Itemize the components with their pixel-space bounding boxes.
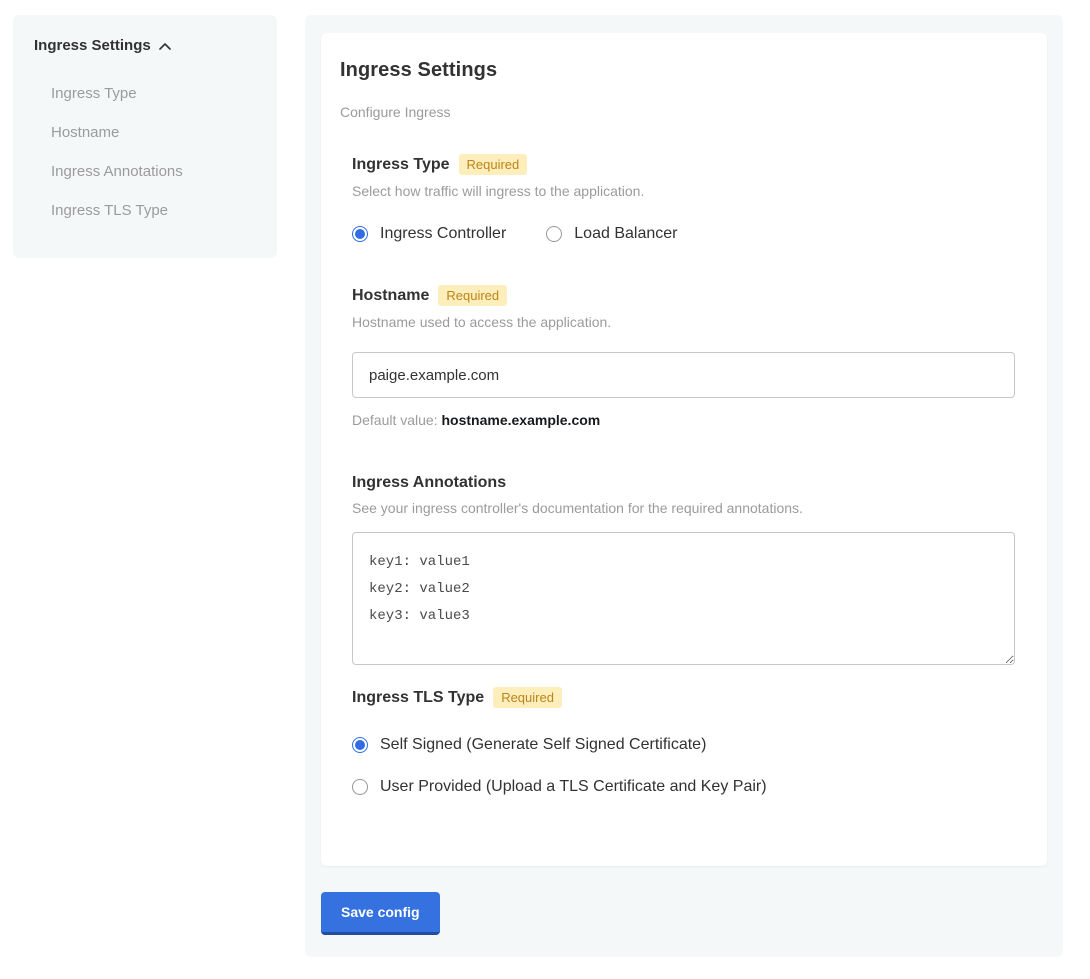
field-ingress-type: Ingress Type Required Select how traffic… xyxy=(352,154,1015,243)
required-badge: Required xyxy=(493,687,562,708)
default-value-text: hostname.example.com xyxy=(442,412,601,428)
required-badge: Required xyxy=(459,154,528,175)
radio-user-provided-label: User Provided (Upload a TLS Certificate … xyxy=(380,778,767,796)
hostname-default-value: Default value: hostname.example.com xyxy=(352,412,1015,428)
page-layout: Ingress Settings Ingress Type Hostname I… xyxy=(0,0,1090,979)
hostname-label: Hostname xyxy=(352,287,429,305)
ingress-tls-type-options: Self Signed (Generate Self Signed Certif… xyxy=(352,736,1015,796)
hostname-input[interactable] xyxy=(352,352,1015,398)
sidebar-item-hostname[interactable]: Hostname xyxy=(51,113,257,152)
ingress-annotations-label: Ingress Annotations xyxy=(352,474,506,492)
radio-load-balancer[interactable]: Load Balancer xyxy=(546,225,677,243)
field-ingress-annotations: Ingress Annotations See your ingress con… xyxy=(352,474,1015,665)
radio-unselected-icon[interactable] xyxy=(352,779,368,795)
radio-ingress-controller-label: Ingress Controller xyxy=(380,225,506,243)
field-ingress-tls-type: Ingress TLS Type Required Self Signed (G… xyxy=(352,687,1015,796)
radio-ingress-controller[interactable]: Ingress Controller xyxy=(352,225,506,243)
ingress-annotations-help: See your ingress controller's documentat… xyxy=(352,500,1015,516)
ingress-type-label: Ingress Type xyxy=(352,156,450,174)
page-title: Ingress Settings xyxy=(340,59,1015,82)
chevron-up-icon xyxy=(159,42,171,50)
config-main-panel: Ingress Settings Configure Ingress Ingre… xyxy=(305,15,1063,957)
sidebar-items: Ingress Type Hostname Ingress Annotation… xyxy=(34,74,257,230)
ingress-type-help: Select how traffic will ingress to the a… xyxy=(352,183,1015,199)
radio-selected-icon[interactable] xyxy=(352,226,368,242)
sidebar-item-ingress-type[interactable]: Ingress Type xyxy=(51,74,257,113)
radio-unselected-icon[interactable] xyxy=(546,226,562,242)
ingress-tls-type-label: Ingress TLS Type xyxy=(352,689,484,707)
config-sidebar: Ingress Settings Ingress Type Hostname I… xyxy=(13,15,277,258)
sidebar-group-label: Ingress Settings xyxy=(34,37,151,54)
ingress-type-options: Ingress Controller Load Balancer xyxy=(352,225,1015,243)
sidebar-group-ingress-settings[interactable]: Ingress Settings xyxy=(34,37,257,54)
fields-container: Ingress Type Required Select how traffic… xyxy=(352,154,1015,796)
radio-self-signed[interactable]: Self Signed (Generate Self Signed Certif… xyxy=(352,736,1015,754)
radio-user-provided[interactable]: User Provided (Upload a TLS Certificate … xyxy=(352,778,1015,796)
required-badge: Required xyxy=(438,285,507,306)
save-config-button[interactable]: Save config xyxy=(321,892,440,935)
default-value-prefix: Default value: xyxy=(352,412,438,428)
sidebar-item-ingress-annotations[interactable]: Ingress Annotations xyxy=(51,152,257,191)
radio-load-balancer-label: Load Balancer xyxy=(574,225,677,243)
ingress-annotations-textarea[interactable]: key1: value1 key2: value2 key3: value3 xyxy=(352,532,1015,665)
radio-selected-icon[interactable] xyxy=(352,737,368,753)
page-subtitle: Configure Ingress xyxy=(340,104,1015,120)
sidebar-item-ingress-tls-type[interactable]: Ingress TLS Type xyxy=(51,191,257,230)
hostname-help: Hostname used to access the application. xyxy=(352,314,1015,330)
radio-self-signed-label: Self Signed (Generate Self Signed Certif… xyxy=(380,736,706,754)
ingress-settings-card: Ingress Settings Configure Ingress Ingre… xyxy=(321,33,1047,866)
field-hostname: Hostname Required Hostname used to acces… xyxy=(352,285,1015,428)
